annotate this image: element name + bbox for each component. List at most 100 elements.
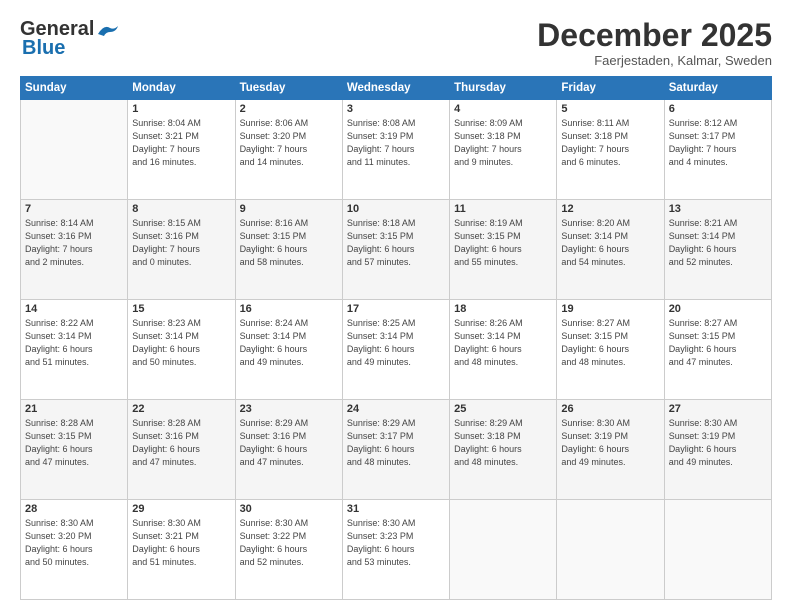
day-number: 5 (561, 103, 659, 115)
day-number: 21 (25, 403, 123, 415)
col-saturday: Saturday (664, 77, 771, 100)
col-monday: Monday (128, 77, 235, 100)
table-row: 22 Sunrise: 8:28 AM Sunset: 3:16 PM Dayli… (128, 400, 235, 500)
day-info: Sunrise: 8:30 AM Sunset: 3:19 PM Dayligh… (669, 417, 767, 469)
day-number: 15 (132, 303, 230, 315)
logo: General Blue (20, 18, 118, 60)
logo-blue: Blue (22, 37, 65, 60)
calendar-week-row: 7Sunrise: 8:14 AM Sunset: 3:16 PM Daylig… (21, 200, 772, 300)
day-number: 4 (454, 103, 552, 115)
table-row: 28 Sunrise: 8:30 AM Sunset: 3:20 PM Dayli… (21, 500, 128, 600)
calendar-header-row: Sunday Monday Tuesday Wednesday Thursday… (21, 77, 772, 100)
day-info: Sunrise: 8:30 AM Sunset: 3:23 PM Dayligh… (347, 517, 445, 569)
table-row: 8 Sunrise: 8:15 AM Sunset: 3:16 PM Daylig… (128, 200, 235, 300)
day-info: Sunrise: 8:27 AM Sunset: 3:15 PM Dayligh… (561, 317, 659, 369)
table-row: 19Sunrise: 8:27 AM Sunset: 3:15 PM Dayli… (557, 300, 664, 400)
calendar-week-row: 21Sunrise: 8:28 AM Sunset: 3:15 PM Dayli… (21, 400, 772, 500)
table-row: 12 Sunrise: 8:20 AM Sunset: 3:14 PM Dayli… (557, 200, 664, 300)
day-info: Sunrise: 8:12 AM Sunset: 3:17 PM Dayligh… (669, 117, 767, 169)
table-row: 11 Sunrise: 8:19 AM Sunset: 3:15 PM Dayli… (450, 200, 557, 300)
day-info: Sunrise: 8:04 AM Sunset: 3:21 PM Dayligh… (132, 117, 230, 169)
col-friday: Friday (557, 77, 664, 100)
day-number: 26 (561, 403, 659, 415)
table-row: 14Sunrise: 8:22 AM Sunset: 3:14 PM Dayli… (21, 300, 128, 400)
day-number: 13 (669, 203, 767, 215)
table-row: 29 Sunrise: 8:30 AM Sunset: 3:21 PM Dayli… (128, 500, 235, 600)
table-row: 6 Sunrise: 8:12 AM Sunset: 3:17 PM Daylig… (664, 100, 771, 200)
table-row: 16Sunrise: 8:24 AM Sunset: 3:14 PM Dayli… (235, 300, 342, 400)
day-number: 17 (347, 303, 445, 315)
table-row: 1Sunrise: 8:04 AM Sunset: 3:21 PM Daylig… (128, 100, 235, 200)
day-number: 20 (669, 303, 767, 315)
col-tuesday: Tuesday (235, 77, 342, 100)
day-number: 18 (454, 303, 552, 315)
table-row: 13Sunrise: 8:21 AM Sunset: 3:14 PM Dayli… (664, 200, 771, 300)
calendar-week-row: 28 Sunrise: 8:30 AM Sunset: 3:20 PM Dayli… (21, 500, 772, 600)
table-row: 26Sunrise: 8:30 AM Sunset: 3:19 PM Dayli… (557, 400, 664, 500)
calendar-table: Sunday Monday Tuesday Wednesday Thursday… (20, 76, 772, 600)
day-info: Sunrise: 8:08 AM Sunset: 3:19 PM Dayligh… (347, 117, 445, 169)
day-number: 31 (347, 503, 445, 515)
calendar-week-row: 14Sunrise: 8:22 AM Sunset: 3:14 PM Dayli… (21, 300, 772, 400)
day-info: Sunrise: 8:11 AM Sunset: 3:18 PM Dayligh… (561, 117, 659, 169)
day-info: Sunrise: 8:27 AM Sunset: 3:15 PM Dayligh… (669, 317, 767, 369)
day-number: 24 (347, 403, 445, 415)
table-row: 23 Sunrise: 8:29 AM Sunset: 3:16 PM Dayli… (235, 400, 342, 500)
day-info: Sunrise: 8:29 AM Sunset: 3:18 PM Dayligh… (454, 417, 552, 469)
day-number: 7 (25, 203, 123, 215)
table-row: 30 Sunrise: 8:30 AM Sunset: 3:22 PM Dayli… (235, 500, 342, 600)
day-info: Sunrise: 8:19 AM Sunset: 3:15 PM Dayligh… (454, 217, 552, 269)
calendar-week-row: 1Sunrise: 8:04 AM Sunset: 3:21 PM Daylig… (21, 100, 772, 200)
table-row (450, 500, 557, 600)
table-row: 3 Sunrise: 8:08 AM Sunset: 3:19 PM Daylig… (342, 100, 449, 200)
table-row: 24 Sunrise: 8:29 AM Sunset: 3:17 PM Dayli… (342, 400, 449, 500)
day-info: Sunrise: 8:28 AM Sunset: 3:16 PM Dayligh… (132, 417, 230, 469)
day-number: 22 (132, 403, 230, 415)
table-row: 20 Sunrise: 8:27 AM Sunset: 3:15 PM Dayli… (664, 300, 771, 400)
day-info: Sunrise: 8:24 AM Sunset: 3:14 PM Dayligh… (240, 317, 338, 369)
day-info: Sunrise: 8:25 AM Sunset: 3:14 PM Dayligh… (347, 317, 445, 369)
page: General Blue December 2025 Faerjestaden,… (0, 0, 792, 612)
day-info: Sunrise: 8:06 AM Sunset: 3:20 PM Dayligh… (240, 117, 338, 169)
day-number: 23 (240, 403, 338, 415)
location: Faerjestaden, Kalmar, Sweden (537, 53, 772, 68)
day-info: Sunrise: 8:22 AM Sunset: 3:14 PM Dayligh… (25, 317, 123, 369)
day-number: 30 (240, 503, 338, 515)
table-row: 5 Sunrise: 8:11 AM Sunset: 3:18 PM Daylig… (557, 100, 664, 200)
day-info: Sunrise: 8:30 AM Sunset: 3:21 PM Dayligh… (132, 517, 230, 569)
month-title: December 2025 (537, 18, 772, 53)
col-sunday: Sunday (21, 77, 128, 100)
day-info: Sunrise: 8:29 AM Sunset: 3:17 PM Dayligh… (347, 417, 445, 469)
day-info: Sunrise: 8:29 AM Sunset: 3:16 PM Dayligh… (240, 417, 338, 469)
day-number: 25 (454, 403, 552, 415)
day-info: Sunrise: 8:09 AM Sunset: 3:18 PM Dayligh… (454, 117, 552, 169)
table-row (21, 100, 128, 200)
day-number: 9 (240, 203, 338, 215)
day-info: Sunrise: 8:30 AM Sunset: 3:22 PM Dayligh… (240, 517, 338, 569)
day-info: Sunrise: 8:15 AM Sunset: 3:16 PM Dayligh… (132, 217, 230, 269)
day-info: Sunrise: 8:18 AM Sunset: 3:15 PM Dayligh… (347, 217, 445, 269)
table-row: 15Sunrise: 8:23 AM Sunset: 3:14 PM Dayli… (128, 300, 235, 400)
table-row: 2Sunrise: 8:06 AM Sunset: 3:20 PM Daylig… (235, 100, 342, 200)
table-row: 21Sunrise: 8:28 AM Sunset: 3:15 PM Dayli… (21, 400, 128, 500)
day-number: 3 (347, 103, 445, 115)
day-number: 29 (132, 503, 230, 515)
title-block: December 2025 Faerjestaden, Kalmar, Swed… (537, 18, 772, 68)
header: General Blue December 2025 Faerjestaden,… (20, 18, 772, 68)
day-number: 27 (669, 403, 767, 415)
day-number: 6 (669, 103, 767, 115)
table-row: 10Sunrise: 8:18 AM Sunset: 3:15 PM Dayli… (342, 200, 449, 300)
table-row: 17 Sunrise: 8:25 AM Sunset: 3:14 PM Dayli… (342, 300, 449, 400)
table-row: 4 Sunrise: 8:09 AM Sunset: 3:18 PM Daylig… (450, 100, 557, 200)
table-row: 18Sunrise: 8:26 AM Sunset: 3:14 PM Dayli… (450, 300, 557, 400)
table-row: 31 Sunrise: 8:30 AM Sunset: 3:23 PM Dayli… (342, 500, 449, 600)
day-number: 28 (25, 503, 123, 515)
day-number: 8 (132, 203, 230, 215)
day-number: 12 (561, 203, 659, 215)
day-info: Sunrise: 8:20 AM Sunset: 3:14 PM Dayligh… (561, 217, 659, 269)
table-row (557, 500, 664, 600)
table-row: 27 Sunrise: 8:30 AM Sunset: 3:19 PM Dayli… (664, 400, 771, 500)
day-info: Sunrise: 8:30 AM Sunset: 3:20 PM Dayligh… (25, 517, 123, 569)
day-number: 11 (454, 203, 552, 215)
table-row: 25 Sunrise: 8:29 AM Sunset: 3:18 PM Dayli… (450, 400, 557, 500)
